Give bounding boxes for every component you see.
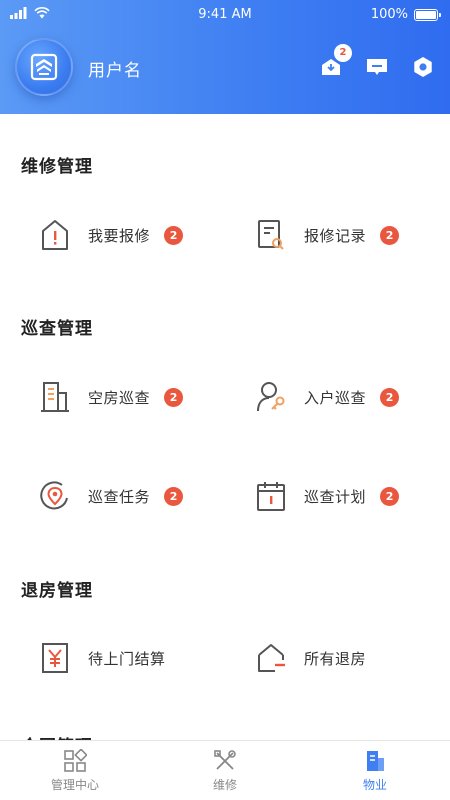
yuan-receipt-icon [38, 641, 72, 675]
count-badge: 2 [164, 486, 184, 506]
menu-item-all-checkouts[interactable]: 所有退房 [254, 636, 366, 680]
menu-label: 我要报修 [88, 226, 151, 245]
main-content: 维修管理 我要报修 2 报修记录 2 巡查管理 空房巡查 2 入户巡查 2 巡查… [0, 114, 450, 740]
person-key-icon [254, 380, 288, 414]
menu-item-repair-records[interactable]: 报修记录 2 [254, 213, 400, 257]
header-actions: 2 [318, 44, 436, 80]
tab-repair[interactable]: 维修 [150, 741, 300, 800]
property-icon [367, 750, 384, 771]
tab-property[interactable]: 物业 [300, 741, 450, 800]
grid-icon [64, 748, 87, 772]
battery-percent: 100% [370, 7, 408, 22]
count-badge: 2 [380, 486, 400, 506]
section-title-inspection: 巡查管理 [21, 319, 93, 339]
building-icon [38, 380, 72, 414]
app-header: 9:41 AM 100% 用户名 2 [0, 0, 450, 114]
menu-label: 所有退房 [304, 649, 367, 668]
avatar[interactable] [15, 38, 73, 96]
menu-label: 待上门结算 [88, 649, 166, 668]
message-icon [367, 59, 387, 75]
tab-label: 物业 [362, 777, 387, 792]
document-search-icon [254, 218, 288, 252]
menu-label: 空房巡查 [88, 388, 151, 407]
section-title-repair: 维修管理 [21, 157, 93, 177]
count-badge: 2 [380, 387, 400, 407]
tab-label: 维修 [212, 777, 237, 792]
settings-button[interactable] [410, 54, 436, 80]
message-button[interactable] [364, 54, 390, 80]
status-bar: 9:41 AM 100% [0, 0, 450, 30]
status-right: 100% [370, 7, 441, 22]
section-title-checkout: 退房管理 [21, 581, 93, 601]
house-minus-icon [254, 641, 288, 675]
menu-item-vacant-inspection[interactable]: 空房巡查 2 [38, 375, 184, 419]
menu-item-inspection-plan[interactable]: 巡查计划 2 [254, 474, 400, 518]
battery-icon [414, 8, 441, 21]
menu-item-home-inspection[interactable]: 入户巡查 2 [254, 375, 400, 419]
menu-item-pending-settlement[interactable]: 待上门结算 [38, 636, 166, 680]
username[interactable]: 用户名 [88, 56, 142, 81]
notification-badge: 2 [334, 44, 352, 62]
calendar-icon [254, 479, 288, 513]
notification-button[interactable]: 2 [318, 44, 352, 80]
house-alert-icon [38, 218, 72, 252]
section-title-contract: 合同管理 [21, 732, 93, 740]
tab-label: 管理中心 [50, 777, 99, 792]
count-badge: 2 [380, 225, 400, 245]
menu-label: 巡查任务 [88, 487, 151, 506]
count-badge: 2 [164, 225, 184, 245]
bottom-tabbar: 管理中心 维修 物业 [0, 740, 450, 800]
menu-label: 巡查计划 [304, 487, 367, 506]
menu-label: 报修记录 [304, 226, 367, 245]
logo-icon [30, 53, 58, 81]
menu-item-inspection-tasks[interactable]: 巡查任务 2 [38, 474, 184, 518]
menu-item-request-repair[interactable]: 我要报修 2 [38, 213, 184, 257]
tools-icon [214, 749, 236, 770]
tab-management-center[interactable]: 管理中心 [0, 741, 150, 800]
menu-label: 入户巡查 [304, 388, 367, 407]
gear-icon [414, 57, 432, 77]
count-badge: 2 [164, 387, 184, 407]
location-pin-icon [38, 479, 72, 513]
